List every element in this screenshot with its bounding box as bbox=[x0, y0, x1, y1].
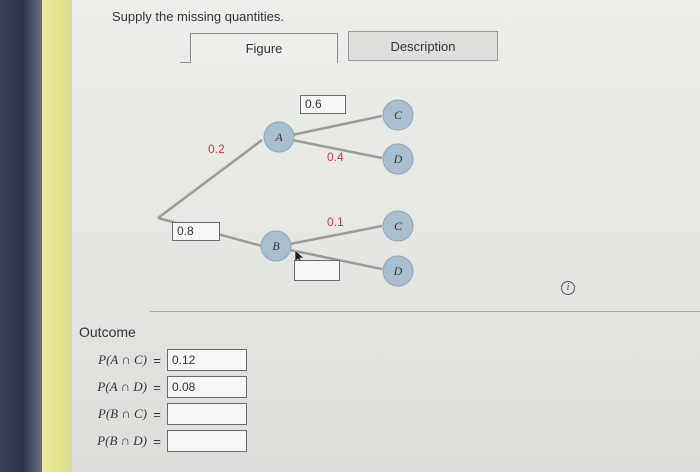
outcome-label: P(B ∩ C) bbox=[97, 406, 147, 421]
equals-sign: = bbox=[153, 352, 161, 368]
outcome-row-B-D: P(B ∩ D) = bbox=[60, 430, 247, 452]
prob-B-D-input[interactable] bbox=[294, 260, 340, 281]
prob-A-D-label: 0.4 bbox=[327, 150, 344, 164]
outcome-row-A-C: P(A ∩ C) = 0.12 bbox=[60, 349, 247, 371]
outcome-row-A-D: P(A ∩ D) = 0.08 bbox=[60, 376, 247, 398]
outcome-input-A-D[interactable]: 0.08 bbox=[167, 376, 247, 398]
node-B-label: B bbox=[272, 239, 280, 253]
node-A-D-label: D bbox=[393, 152, 403, 166]
prob-A-label: 0.2 bbox=[208, 142, 225, 156]
outcome-label: P(A ∩ C) bbox=[98, 352, 147, 367]
equals-sign: = bbox=[153, 433, 161, 449]
outcome-input-B-D[interactable] bbox=[167, 430, 247, 452]
outcome-input-A-C[interactable]: 0.12 bbox=[167, 349, 247, 371]
node-B-D-label: D bbox=[393, 264, 403, 278]
info-icon[interactable]: i bbox=[561, 281, 575, 295]
equals-sign: = bbox=[153, 379, 161, 395]
outcome-label: P(B ∩ D) bbox=[97, 433, 147, 448]
section-divider bbox=[150, 311, 700, 312]
prob-A-C-input[interactable]: 0.6 bbox=[300, 95, 346, 114]
outcome-title: Outcome bbox=[79, 324, 136, 340]
node-A-label: A bbox=[274, 130, 283, 144]
outcome-label: P(A ∩ D) bbox=[97, 379, 147, 394]
probability-tree: A B C D C D 0.2 0.4 0.1 bbox=[157, 99, 414, 287]
prob-B-input[interactable]: 0.8 bbox=[172, 222, 220, 241]
node-B-C-label: C bbox=[394, 219, 403, 233]
branch-A-to-C bbox=[291, 114, 383, 137]
equals-sign: = bbox=[153, 406, 161, 422]
prob-B-C-label: 0.1 bbox=[327, 215, 344, 229]
outcome-input-B-C[interactable] bbox=[167, 403, 247, 425]
outcome-row-B-C: P(B ∩ C) = bbox=[60, 403, 247, 425]
node-A-C-label: C bbox=[394, 108, 403, 122]
